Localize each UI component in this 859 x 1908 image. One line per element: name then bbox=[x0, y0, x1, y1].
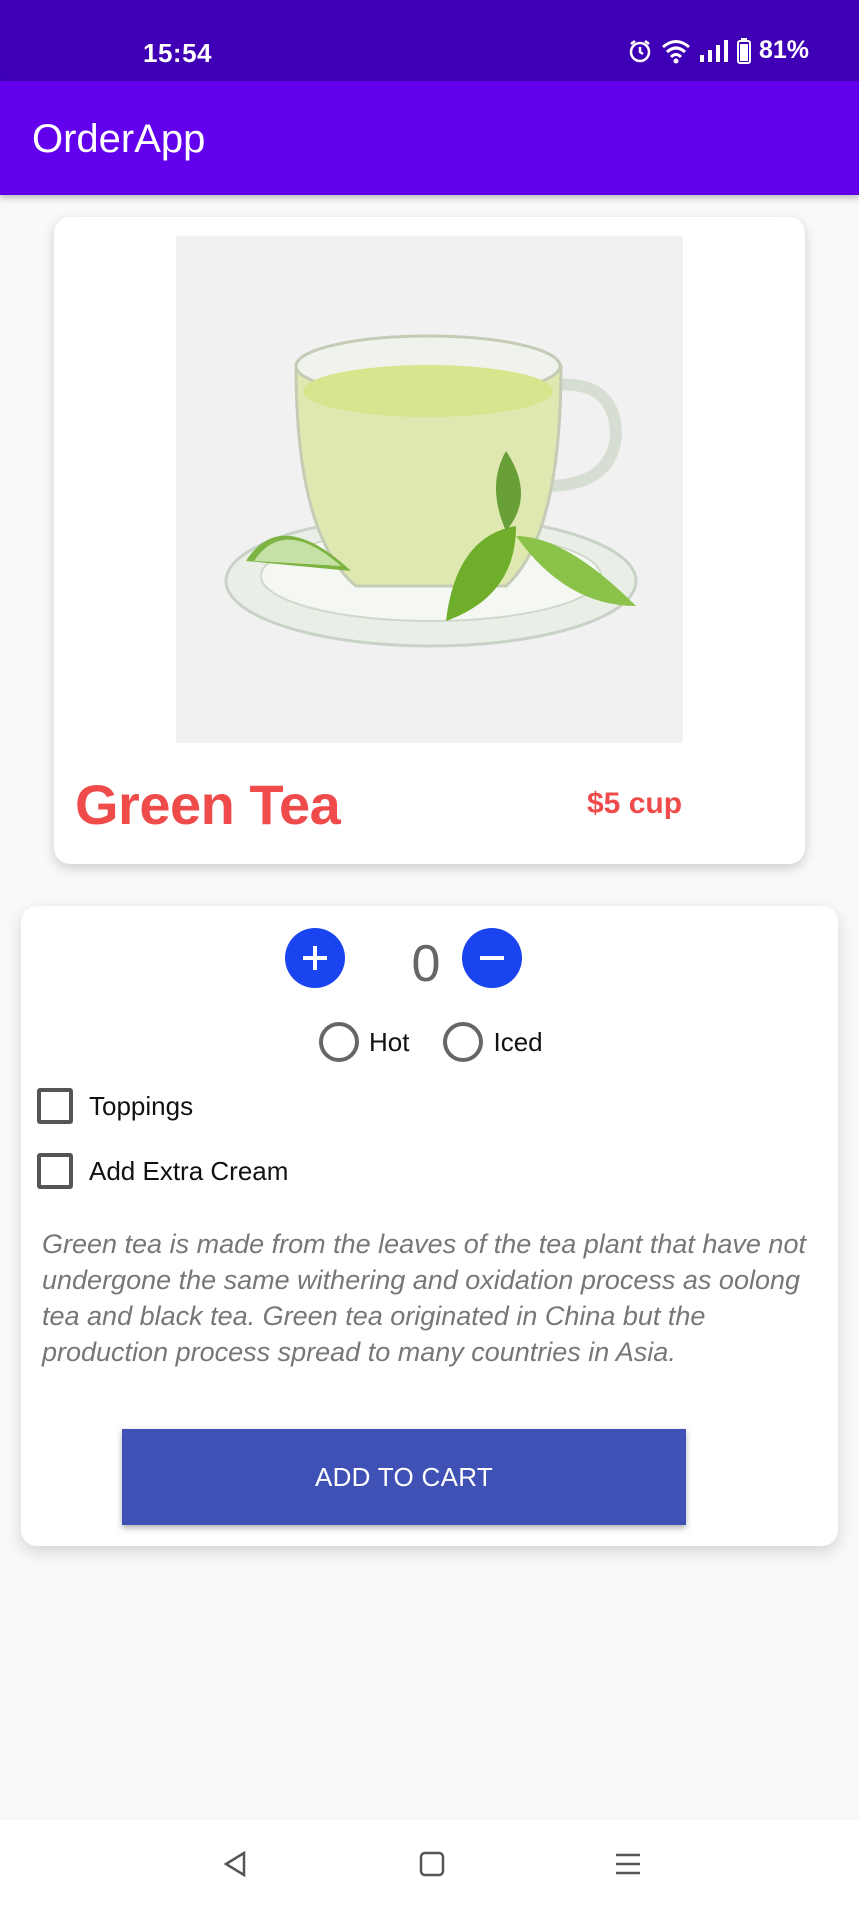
alarm-icon bbox=[629, 39, 651, 62]
product-name: Green Tea bbox=[75, 773, 341, 836]
back-icon bbox=[223, 1850, 246, 1878]
extra-cream-option[interactable]: Add Extra Cream bbox=[37, 1153, 288, 1189]
battery-icon bbox=[736, 37, 751, 64]
wifi-icon bbox=[661, 39, 690, 63]
add-to-cart-button[interactable]: ADD TO CART bbox=[122, 1429, 686, 1525]
temperature-options: Hot Iced bbox=[319, 1022, 543, 1062]
status-time: 15:54 bbox=[143, 38, 212, 68]
green-tea-cup-image bbox=[176, 236, 683, 743]
app-bar: OrderApp bbox=[0, 81, 859, 195]
signal-icon bbox=[699, 39, 728, 62]
radio-iced[interactable] bbox=[443, 1022, 484, 1062]
home-nav-button[interactable] bbox=[410, 1842, 454, 1886]
status-bar: 15:54 81% bbox=[0, 0, 859, 81]
battery-percent: 81% bbox=[758, 36, 809, 64]
radio-hot-label[interactable]: Hot bbox=[369, 1027, 409, 1058]
menu-nav-button[interactable] bbox=[606, 1842, 650, 1886]
minus-icon bbox=[480, 956, 504, 960]
radio-hot[interactable] bbox=[319, 1022, 359, 1062]
home-icon bbox=[419, 1851, 445, 1877]
plus-icon bbox=[303, 946, 327, 970]
product-card: Green Tea $5 cup bbox=[54, 217, 805, 864]
product-description: Green tea is made from the leaves of the… bbox=[42, 1229, 806, 1367]
toppings-checkbox[interactable] bbox=[37, 1088, 73, 1124]
back-nav-button[interactable] bbox=[213, 1842, 257, 1886]
app-title: OrderApp bbox=[32, 117, 206, 161]
order-card: 0 Hot Iced Toppings Add Extra Cream Gree… bbox=[21, 906, 838, 1546]
extra-cream-checkbox[interactable] bbox=[37, 1153, 73, 1189]
radio-iced-label[interactable]: Iced bbox=[493, 1027, 542, 1058]
product-price: $5 cup bbox=[587, 787, 683, 820]
quantity-value: 0 bbox=[411, 935, 441, 993]
increment-button[interactable] bbox=[285, 928, 345, 988]
decrement-button[interactable] bbox=[462, 928, 522, 988]
extra-cream-label[interactable]: Add Extra Cream bbox=[89, 1156, 288, 1187]
toppings-label[interactable]: Toppings bbox=[89, 1091, 193, 1122]
toppings-option[interactable]: Toppings bbox=[37, 1088, 193, 1124]
status-icons: 81% bbox=[627, 36, 809, 65]
menu-icon bbox=[616, 1853, 640, 1875]
system-nav-bar bbox=[0, 1820, 859, 1908]
